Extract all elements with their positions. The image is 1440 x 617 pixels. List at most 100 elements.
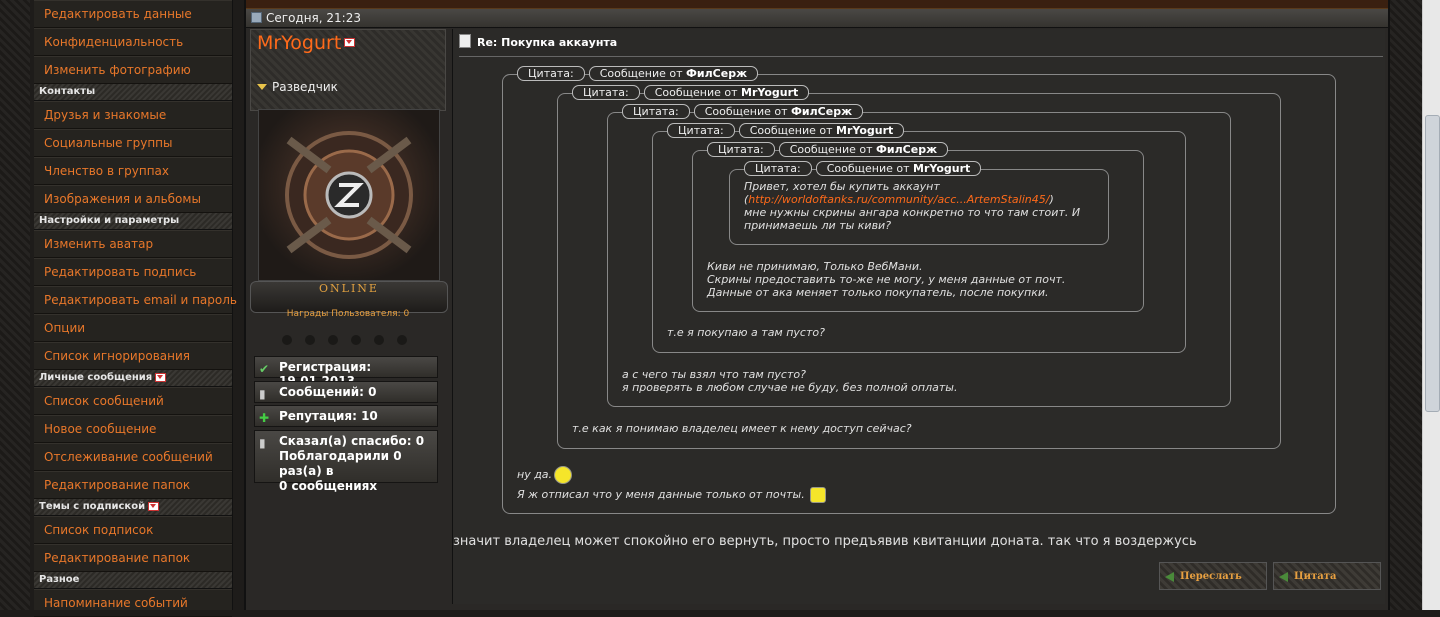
sidebar-item[interactable]: Напоминание событий [34, 589, 232, 617]
post-body: Re: Покупка аккаунта Цитата: Сообщение от… [452, 29, 1385, 604]
quote-author-4[interactable]: Сообщение от MrYogurt [738, 123, 905, 138]
quote-header-2: Цитата: Сообщение от MrYogurt [572, 85, 813, 100]
page-background-left [0, 0, 30, 610]
quote-5-text: Киви не принимаю, Только ВебМани. Скрины… [707, 260, 1065, 299]
quote-author-3[interactable]: Сообщение от ФилСерж [693, 104, 864, 119]
quote-author-name: ФилСерж [791, 105, 853, 118]
quote-header-4: Цитата: Сообщение от MrYogurt [667, 123, 908, 138]
quote-line-text: Я ж отписал что у меня данные только от … [517, 488, 805, 501]
quote-author-1[interactable]: Сообщение от ФилСерж [588, 66, 759, 81]
sidebar-item[interactable]: Опции [34, 314, 232, 342]
quote-author-name: MrYogurt [836, 124, 894, 137]
quote-label: Цитата: [707, 142, 775, 157]
user-awards: Награды Пользователя: 0 [286, 309, 410, 319]
sidebar-item[interactable]: Членство в группах [34, 157, 232, 185]
quote-2-text: т.е как я понимаю владелец имеет к нему … [572, 422, 912, 435]
stat-reputation: ✚ Репутация: 10 [254, 405, 438, 427]
username[interactable]: MrYogurt [257, 32, 356, 54]
sidebar-menu: Редактировать данные Конфиденциальность Из… [34, 0, 237, 617]
award-slot [328, 335, 338, 345]
sidebar-item[interactable]: Конфиденциальность [34, 28, 232, 56]
sidebar-section-heading: Темы с подпиской [34, 499, 232, 516]
sidebar-item[interactable]: Список сообщений [34, 387, 232, 415]
stat-messages-text: Сообщений: 0 [279, 385, 377, 399]
quote-line: мне нужны скрины ангара конкретно то что… [744, 206, 1081, 219]
quote-line: т.е я покупаю а там пусто? [667, 326, 825, 339]
rank-chevron-icon [257, 84, 267, 90]
main-content: Сегодня, 21:23 MrYogurt Разведчик ONLINE… [244, 0, 1390, 610]
sidebar-section-heading: Настройки и параметры [34, 213, 232, 230]
section-menu-icon[interactable] [155, 372, 167, 382]
quote-author-6[interactable]: Сообщение от MrYogurt [815, 161, 982, 176]
sidebar-section-heading: Разное [34, 572, 232, 589]
award-slot [351, 335, 361, 345]
award-slot [305, 335, 315, 345]
quote-line: Скрины предоставить то-же не могу, у мен… [707, 273, 1066, 286]
usercp-sidebar: Редактировать данные Конфиденциальность Из… [34, 0, 237, 617]
quote-header-3: Цитата: Сообщение от ФилСерж [622, 104, 867, 119]
quote-1-text: ну да. Я ж отписал что у меня данные тол… [517, 465, 827, 505]
post-date-bar: Сегодня, 21:23 [246, 9, 1388, 28]
post-status-icon [251, 12, 262, 23]
sidebar-item[interactable]: Редактирование папок [34, 544, 232, 572]
top-strip [246, 0, 1388, 9]
sidebar-item[interactable]: Изменить фотографию [34, 56, 232, 84]
sidebar-section-label: Личные сообщения [39, 372, 153, 383]
page-background-right [1390, 0, 1422, 610]
post-title: Re: Покупка аккаунта [459, 34, 617, 49]
sidebar-item[interactable]: Изменить аватар [34, 230, 232, 258]
quote-label: Цитата: [622, 104, 690, 119]
title-divider [459, 56, 1383, 57]
sidebar-item[interactable]: Отслеживание сообщений [34, 443, 232, 471]
avatar [258, 109, 440, 281]
award-slot [374, 335, 384, 345]
award-slot [282, 335, 292, 345]
quote-label: Цитата: [667, 123, 735, 138]
sidebar-item[interactable]: Редактировать email и пароль [34, 286, 237, 314]
quote-author-name: ФилСерж [686, 67, 748, 80]
quote-author-prefix: Сообщение от [749, 124, 833, 137]
sidebar-item[interactable]: Социальные группы [34, 129, 232, 157]
arrow-left-icon [1279, 572, 1288, 582]
quote-author-prefix: Сообщение от [599, 67, 683, 80]
user-menu-icon[interactable] [344, 38, 356, 47]
sidebar-item[interactable]: Редактирование папок [34, 471, 232, 499]
section-menu-icon[interactable] [148, 501, 160, 511]
sidebar-item[interactable]: Новое сообщение [34, 415, 232, 443]
quote-button[interactable]: Цитата [1273, 562, 1381, 590]
sidebar-item[interactable]: Изображения и альбомы [34, 185, 232, 213]
quote-3-text: а с чего ты взял что там пусто? я провер… [622, 368, 957, 394]
scrollbar-thumb[interactable] [1425, 115, 1440, 412]
sidebar-item[interactable]: Список игнорирования [34, 342, 232, 370]
quote-author-5[interactable]: Сообщение от ФилСерж [778, 142, 949, 157]
sidebar-item[interactable]: Редактировать данные [34, 0, 232, 28]
quote-4-text: т.е я покупаю а там пусто? [667, 326, 825, 339]
quote-label: Цитата: [517, 66, 585, 81]
stat-thanks: ▮ Сказал(а) спасибо: 0 Поблагодарили 0 р… [254, 430, 438, 493]
quote-line-text: ну да. [517, 468, 553, 481]
quote-link[interactable]: http://worldoftanks.ru/community/acc...A… [748, 193, 1049, 206]
sidebar-item[interactable]: Список подписок [34, 516, 232, 544]
post-icon [459, 34, 471, 48]
quote-label: Цитата [1294, 571, 1337, 582]
user-panel: MrYogurt Разведчик ONLINE Награды Пользо… [250, 29, 448, 599]
checkmark-icon: ✔ [259, 362, 270, 376]
quote-header-1: Цитата: Сообщение от ФилСерж [517, 66, 762, 81]
forward-button[interactable]: Переслать [1159, 562, 1267, 590]
forward-label: Переслать [1180, 571, 1242, 582]
username-text[interactable]: MrYogurt [257, 32, 341, 54]
arrow-left-icon [1165, 572, 1174, 582]
stat-thanks-given: Сказал(а) спасибо: 0 [279, 434, 425, 448]
sidebar-item[interactable]: Друзья и знакомые [34, 101, 232, 129]
quote-author-2[interactable]: Сообщение от MrYogurt [643, 85, 810, 100]
award-slots [282, 334, 420, 348]
online-status: ONLINE [319, 282, 379, 295]
username-box: MrYogurt Разведчик [250, 29, 446, 111]
stat-messages: ▮ Сообщений: 0 [254, 381, 438, 403]
stat-thanks-received: Поблагодарили 0 раз(а) в [279, 449, 402, 478]
sidebar-item[interactable]: Редактировать подпись [34, 258, 232, 286]
quote-6-text: Привет, хотел бы купить аккаунт (http://… [744, 180, 1080, 232]
quote-author-name: MrYogurt [741, 86, 799, 99]
vertical-scrollbar[interactable] [1422, 0, 1440, 610]
post-message: значит владелец может спокойно его верну… [453, 534, 1197, 549]
